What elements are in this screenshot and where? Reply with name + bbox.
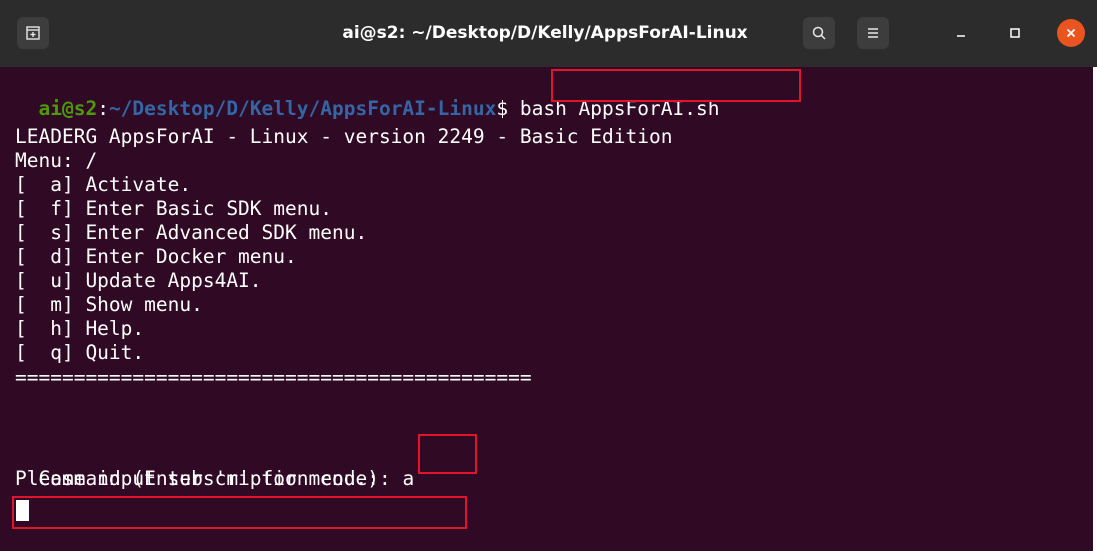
- app-header: LEADERG AppsForAI - Linux - version 2249…: [15, 125, 673, 148]
- maximize-icon: [1010, 28, 1020, 38]
- menu-item-activate: [ a] Activate.: [15, 173, 192, 196]
- minimize-button[interactable]: [947, 19, 975, 47]
- new-tab-button[interactable]: [17, 17, 49, 49]
- search-button[interactable]: [803, 17, 835, 49]
- subscription-prompt: Please input subscription code:: [15, 467, 379, 490]
- prompt-symbol: $: [496, 97, 509, 120]
- menu-item-docker: [ d] Enter Docker menu.: [15, 245, 297, 268]
- command-colon: :: [378, 467, 391, 490]
- menu-separator: ========================================…: [15, 366, 532, 389]
- close-button[interactable]: [1057, 19, 1085, 47]
- command-prompt-line: Command (Enter 'm' for menu.): a: [15, 443, 414, 490]
- menu-button[interactable]: [857, 17, 889, 49]
- prompt-path: ~/Desktop/D/Kelly/AppsForAI-Linux: [108, 97, 497, 120]
- menu-item-advanced-sdk: [ s] Enter Advanced SDK menu.: [15, 221, 368, 244]
- menu-item-help: [ h] Help.: [15, 317, 145, 340]
- menu-item-quit: [ q] Quit.: [15, 341, 145, 364]
- menu-label: Menu: /: [15, 149, 98, 172]
- prompt-separator: :: [97, 97, 109, 120]
- title-bar: ai@s2: ~/Desktop/D/Kelly/AppsForAI-Linux: [0, 0, 1097, 67]
- menu-item-update: [ u] Update Apps4AI.: [15, 269, 262, 292]
- minimize-icon: [957, 35, 965, 37]
- hamburger-menu-icon: [868, 28, 878, 38]
- maximize-button[interactable]: [1001, 19, 1029, 47]
- highlight-command-box: [551, 69, 801, 102]
- terminal-scrollbar[interactable]: [1093, 67, 1097, 551]
- highlight-subscription-box: [12, 496, 467, 529]
- search-icon: [812, 26, 826, 40]
- menu-item-basic-sdk: [ f] Enter Basic SDK menu.: [15, 197, 332, 220]
- window-title: ai@s2: ~/Desktop/D/Kelly/AppsForAI-Linux: [342, 23, 748, 43]
- command-input-value: a: [390, 467, 415, 490]
- new-tab-icon: [26, 26, 40, 40]
- prompt-user: ai@s2: [38, 97, 98, 120]
- menu-item-show-menu: [ m] Show menu.: [15, 293, 203, 316]
- highlight-input-box: [418, 434, 477, 474]
- close-icon: [1066, 28, 1076, 38]
